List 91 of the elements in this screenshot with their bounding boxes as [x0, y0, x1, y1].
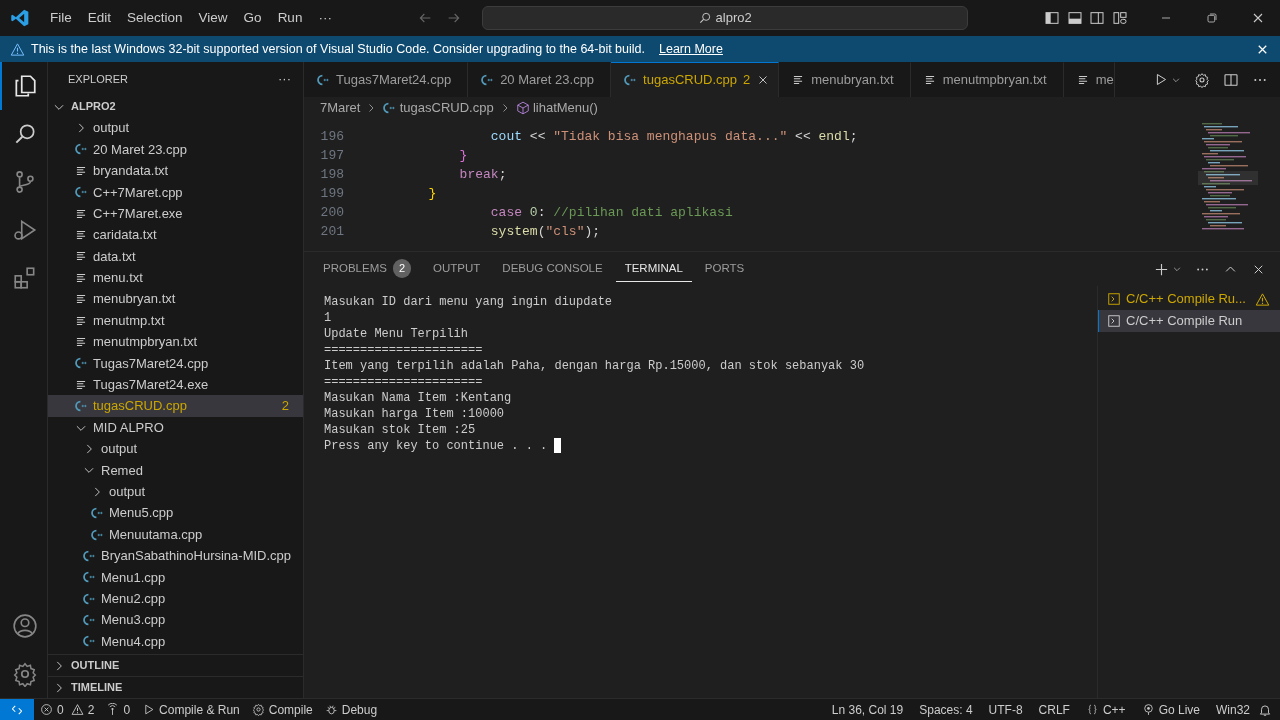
status-item[interactable]: UTF-8 — [980, 698, 1031, 720]
file-tree-item[interactable]: Menu2.cpp — [48, 588, 303, 610]
terminal-line: Masukan stok Item :25 — [324, 422, 477, 438]
panel-tab[interactable]: PORTS — [695, 255, 754, 283]
breadcrumb-item[interactable]: lihatMenu() — [515, 98, 598, 118]
problem-count: 2 — [281, 397, 289, 416]
sidebar-title: EXPLORER — [68, 71, 128, 87]
status-item[interactable]: CRLF — [1030, 698, 1078, 720]
banner-message: This is the last Windows 32-bit supported version of Visual Studio Code. Consider upgrading to the 64-bit build. — [31, 40, 645, 58]
file-tree-item[interactable]: Tugas7Maret24.cpp — [48, 352, 303, 375]
search-text: alpro2 — [715, 9, 752, 28]
terminal-line: ====================== — [324, 374, 484, 390]
terminal-line: Masukan Nama Item :Kentang — [324, 390, 513, 406]
terminal-line: 1 — [324, 310, 333, 326]
editor-tab[interactable]: tugasCRUD.cpp 2 — [611, 62, 780, 97]
status-item[interactable]: Ln 36, Col 19 — [823, 698, 912, 720]
panel-tab[interactable]: TERMINAL — [615, 255, 692, 283]
panel-tab[interactable]: PROBLEMS 2 — [314, 255, 421, 283]
terminal-item[interactable]: C/C++ Compile Run — [1098, 310, 1280, 332]
menu-item[interactable]: ··· — [310, 7, 340, 29]
file-tree-item[interactable]: Menu3.cpp — [48, 609, 303, 631]
file-tree-item[interactable]: 20 Maret 23.cpp — [48, 138, 303, 161]
status-item[interactable]: Win32 — [1208, 698, 1258, 720]
file-tree-item[interactable]: menutmpbryan.txt — [48, 331, 303, 353]
folder-name: ALPRO2 — [71, 99, 116, 115]
file-tree-item[interactable]: BryanSabathinoHursina-MID.cpp — [48, 545, 303, 567]
code-line: } — [458, 147, 468, 165]
file-tree-item[interactable]: menutmp.txt — [48, 309, 303, 332]
file-tree-item[interactable]: tugasCRUD.cpp 2 — [48, 395, 303, 417]
file-tree-item[interactable]: menu.txt — [48, 267, 303, 289]
file-tree-item[interactable]: caridata.txt — [48, 224, 303, 246]
search-field[interactable]: alpro2 — [481, 6, 968, 30]
status-item[interactable]: Debug — [318, 698, 384, 720]
problems-button[interactable]: 0 2 — [34, 698, 101, 720]
terminal-line: Masukan harga Item :10000 — [324, 406, 506, 422]
file-tree-item[interactable]: Remed — [48, 459, 303, 482]
status-item[interactable]: Compile & Run — [136, 698, 246, 720]
file-tree-item[interactable]: bryandata.txt — [48, 160, 303, 182]
breadcrumb-item[interactable]: 7Maret — [320, 98, 361, 118]
file-tree-item[interactable]: data.txt — [48, 245, 303, 268]
file-tree-item[interactable]: output — [48, 481, 303, 503]
menu-item[interactable]: Go — [235, 7, 270, 29]
panel-tab[interactable]: DEBUG CONSOLE — [493, 255, 612, 283]
terminal-line: Masukan ID dari menu yang ingin diupdate — [324, 294, 614, 310]
file-tree-item[interactable]: Menu4.cpp — [48, 630, 303, 653]
file-tree-item[interactable]: Tugas7Maret24.exe — [48, 374, 303, 396]
menu-item[interactable]: File — [42, 7, 80, 29]
folder-header[interactable]: ALPRO2 — [48, 96, 303, 118]
code-line: break; — [458, 166, 507, 184]
terminal-line: ====================== — [324, 342, 484, 358]
terminal-line: Update Menu Terpilih — [324, 326, 470, 342]
breadcrumb-item[interactable]: tugasCRUD.cpp — [382, 98, 494, 118]
file-tree-item[interactable]: Menu5.cpp — [48, 502, 303, 524]
terminal-line: Press any key to continue . . . — [324, 438, 548, 454]
line-number: 201 — [319, 223, 344, 241]
problem-count: 2 — [743, 71, 751, 90]
code-line: system("cls"); — [489, 223, 601, 241]
line-number: 197 — [319, 147, 344, 165]
terminal-line: Item yang terpilih adalah Paha, dengan harga Rp.15000, dan stok sebanyak 30 — [324, 358, 866, 374]
code-line: case 0: //pilihan dati aplikasi — [489, 204, 733, 222]
file-tree-item[interactable]: output — [48, 438, 303, 460]
line-number: 198 — [319, 166, 344, 184]
status-item[interactable]: C++ — [1077, 698, 1134, 720]
terminal-item[interactable]: C/C++ Compile Ru... — [1098, 288, 1280, 310]
line-number: 199 — [319, 185, 344, 203]
menu-item[interactable]: Selection — [119, 7, 191, 29]
menu-item[interactable]: Run — [269, 7, 311, 29]
code-line: cout << "Tidak bisa menghapus data..." << endl; — [489, 128, 858, 146]
menu-item[interactable]: View — [190, 7, 236, 29]
status-item[interactable]: Go Live — [1133, 698, 1208, 720]
section-title: OUTLINE — [71, 658, 120, 674]
section-title: TIMELINE — [71, 680, 123, 696]
count-badge: 2 — [392, 259, 412, 278]
line-number: 200 — [319, 204, 344, 222]
file-tree-item[interactable]: C++7Maret.exe — [48, 202, 303, 225]
status-item[interactable]: Spaces: 4 — [911, 698, 981, 720]
file-tree-item[interactable]: C++7Maret.cpp — [48, 181, 303, 203]
menu-item[interactable]: Edit — [79, 7, 120, 29]
ports-button[interactable]: 0 — [100, 698, 137, 720]
panel-tab[interactable]: OUTPUT — [424, 255, 490, 283]
more-actions-button[interactable]: ··· — [278, 69, 291, 89]
section-header[interactable]: OUTLINE — [48, 654, 303, 676]
file-tree-item[interactable]: Menuutama.cpp — [48, 523, 303, 546]
file-tree-item[interactable]: menubryan.txt — [48, 288, 303, 310]
learn-more-link[interactable]: Learn More — [659, 39, 723, 59]
file-tree-item[interactable]: Menu1.cpp — [48, 566, 303, 588]
file-tree-item[interactable]: MID ALPRO — [48, 416, 303, 439]
line-number: 196 — [319, 128, 344, 146]
code-line: } — [427, 185, 437, 203]
file-tree-item[interactable]: output — [48, 117, 303, 139]
status-item[interactable]: Compile — [245, 698, 319, 720]
